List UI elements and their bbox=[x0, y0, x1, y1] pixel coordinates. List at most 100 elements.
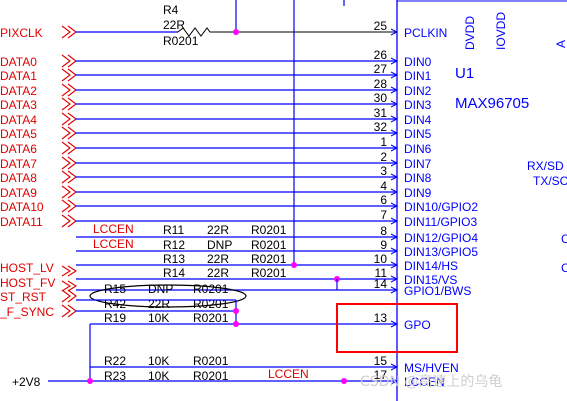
pin-name: DIN1 bbox=[404, 69, 432, 83]
r11-ref: R11 bbox=[163, 223, 184, 237]
pin-name: DIN4 bbox=[404, 113, 432, 127]
watermark: CSDN @高速上的乌龟 bbox=[360, 373, 502, 390]
r14-ref: R14 bbox=[163, 266, 185, 280]
r13-value: 22R bbox=[207, 252, 229, 266]
chip-pin-tx-sc: TX/SC bbox=[533, 174, 567, 188]
r14-package: R0201 bbox=[251, 266, 287, 280]
pin-number: 1 bbox=[380, 135, 387, 149]
net-label-host-fv: HOST_FV bbox=[0, 276, 55, 290]
net-label-data8: DATA8 bbox=[0, 171, 37, 185]
r4-value: 22R bbox=[163, 18, 185, 32]
net-arrow-host-fv bbox=[61, 280, 78, 292]
r13-package: R0201 bbox=[251, 252, 287, 266]
r19-value: 10K bbox=[148, 311, 169, 325]
pin-name: DIN2 bbox=[404, 84, 432, 98]
net-label-data5: DATA5 bbox=[0, 127, 37, 141]
chip-pin-c2: C bbox=[561, 261, 567, 275]
r42-value: 22R bbox=[148, 297, 170, 311]
pclk-row: PIXCLK R4 22R R0201 bbox=[0, 3, 397, 48]
r22-value: 10K bbox=[148, 354, 169, 368]
pin-number: 26 bbox=[374, 48, 388, 62]
pin-number: 7 bbox=[380, 208, 387, 222]
net-arrow-pixclk bbox=[61, 25, 77, 39]
net-label-data7: DATA7 bbox=[0, 157, 37, 171]
junction-gpo bbox=[233, 321, 239, 327]
data-rows: DATA0DATA1DATA2DATA3DATA4DATA5DATA6DATA7… bbox=[0, 54, 397, 229]
net-label-st-rst: ST_RST bbox=[0, 290, 47, 304]
chip-designator: U1 bbox=[455, 65, 474, 82]
net-arrow-data10 bbox=[61, 199, 77, 213]
net-arrow-data0 bbox=[61, 54, 77, 68]
net-arrow-data11 bbox=[61, 214, 77, 228]
net-arrow-host-lv bbox=[61, 265, 78, 277]
net-label-lccen-main: LCCEN bbox=[268, 367, 309, 381]
net-label-data0: DATA0 bbox=[0, 55, 37, 69]
net-label-data6: DATA6 bbox=[0, 142, 37, 156]
net-label-supply: +2V8 bbox=[12, 375, 41, 389]
net-label-pixclk: PIXCLK bbox=[0, 26, 43, 40]
pin-number: 10 bbox=[374, 252, 388, 266]
pin-name: DIN12/GPIO4 bbox=[404, 231, 478, 245]
pin-name: DIN7 bbox=[404, 157, 432, 171]
r23-ref: R23 bbox=[104, 369, 126, 383]
pin-name: DIN13/GPIO5 bbox=[404, 245, 478, 259]
net-label-data10: DATA10 bbox=[0, 200, 44, 214]
net-arrow-data7 bbox=[61, 156, 77, 170]
net-arrow-data1 bbox=[61, 68, 77, 82]
pin-name: DIN5 bbox=[404, 127, 432, 141]
chip-pin-iovdd: IOVDD bbox=[494, 12, 508, 50]
pin-number: 25 bbox=[374, 19, 388, 33]
net-label-lccen-r11: LCCEN bbox=[93, 222, 134, 236]
pin-name: DIN6 bbox=[404, 142, 432, 156]
pin-name: DIN8 bbox=[404, 171, 432, 185]
junction-r13 bbox=[291, 262, 297, 268]
chip-part-number: MAX96705 bbox=[455, 95, 529, 112]
pin-name: DIN11/GPIO3 bbox=[404, 215, 477, 229]
pin-number: 31 bbox=[374, 106, 388, 120]
net-arrow-data5 bbox=[61, 126, 77, 140]
net-arrow-data9 bbox=[61, 185, 77, 199]
r14-value: 22R bbox=[207, 266, 229, 280]
net-arrow-data2 bbox=[61, 83, 77, 97]
chip-pin-top-right: A bbox=[554, 40, 567, 48]
r12-value: DNP bbox=[207, 238, 232, 252]
r11-package: R0201 bbox=[251, 223, 287, 237]
r42-package: R0201 bbox=[193, 297, 229, 311]
r42-ref: R42 bbox=[104, 297, 126, 311]
net-label-data11: DATA11 bbox=[0, 215, 43, 229]
pin-number: 6 bbox=[380, 193, 387, 207]
pin-number: 13 bbox=[374, 311, 388, 325]
net-label-data2: DATA2 bbox=[0, 84, 37, 98]
r19-package: R0201 bbox=[193, 311, 229, 325]
net-arrow-data8 bbox=[61, 170, 77, 184]
pin-number: 15 bbox=[374, 354, 388, 368]
pin-name: PCLKIN bbox=[404, 26, 447, 40]
junction-f-sync bbox=[233, 308, 239, 314]
r12-package: R0201 bbox=[251, 238, 287, 252]
net-arrow-st-rst bbox=[61, 289, 77, 303]
pin-number: 9 bbox=[380, 238, 387, 252]
r15-ref: R15 bbox=[104, 282, 126, 296]
r22-ref: R22 bbox=[104, 354, 126, 368]
pin-name: DIN0 bbox=[404, 55, 432, 69]
net-label-data4: DATA4 bbox=[0, 113, 37, 127]
net-arrow-data3 bbox=[61, 97, 77, 111]
pin-number: 2 bbox=[380, 150, 387, 164]
pin-name: DIN9 bbox=[404, 186, 432, 200]
pin-name: DIN14/HS bbox=[404, 259, 458, 273]
net-arrow-data6 bbox=[61, 141, 77, 155]
resistor-r4 bbox=[177, 27, 397, 37]
net-arrow-f-sync bbox=[61, 304, 77, 318]
r4-ref: R4 bbox=[163, 3, 179, 17]
junction-pclk bbox=[233, 29, 239, 35]
r11-value: 22R bbox=[207, 223, 229, 237]
pin-number: 8 bbox=[380, 224, 387, 238]
pin-name: GPIO1/BWS bbox=[404, 284, 471, 298]
pin-number: 27 bbox=[374, 62, 388, 76]
r23-value: 10K bbox=[148, 369, 169, 383]
pin-name: DIN10/GPIO2 bbox=[404, 200, 478, 214]
pin-number: 32 bbox=[374, 120, 388, 134]
pin-number: 4 bbox=[380, 179, 387, 193]
net-label-data9: DATA9 bbox=[0, 186, 37, 200]
pin-name: GPO bbox=[404, 318, 431, 332]
